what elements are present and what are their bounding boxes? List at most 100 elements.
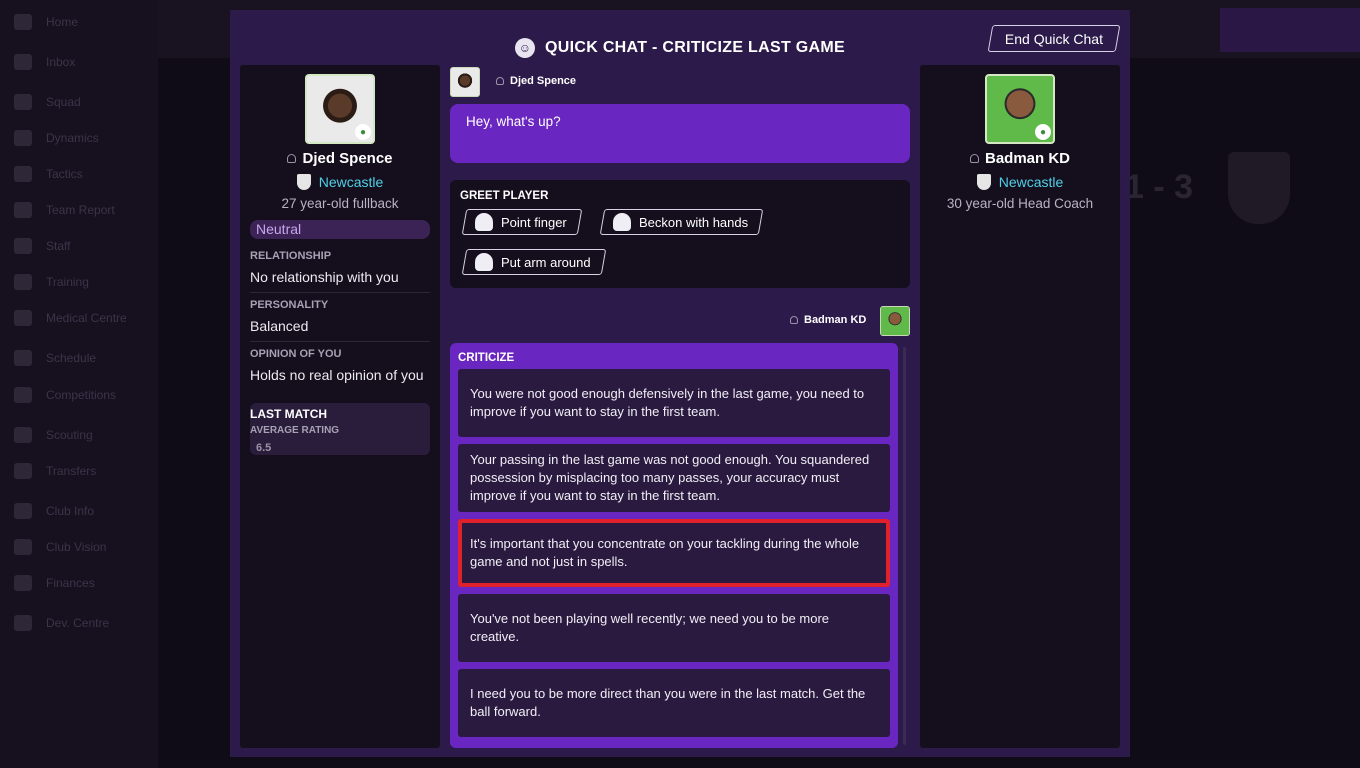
vision-icon [14, 539, 32, 555]
bg-nav-team-report: Team Report [14, 200, 144, 220]
player-description: 27 year-old fullback [281, 196, 399, 211]
bg-nav-schedule: Schedule [14, 348, 144, 368]
bg-nav-club-info: Club Info [14, 501, 144, 521]
chat-icon: ☺ [515, 38, 536, 58]
quick-chat-modal: ☺ QUICK CHAT - CRITICIZE LAST GAME End Q… [230, 10, 1130, 757]
player-name-row: Djed Spence [240, 150, 440, 167]
bg-nav-finances: Finances [14, 573, 144, 593]
manager-status-icon: ● [1035, 124, 1051, 140]
trophy-icon [14, 387, 32, 403]
greet-title: GREET PLAYER [460, 190, 549, 202]
dev-centre-icon [14, 615, 32, 631]
club-icon [14, 503, 32, 519]
arm-around-icon [475, 253, 493, 271]
mood-badge: Neutral [250, 220, 430, 239]
criticize-title: CRITICIZE [458, 352, 515, 364]
criticize-options-box: CRITICIZE You were not good enough defen… [450, 343, 898, 748]
bg-nav-medical: Medical Centre [14, 308, 144, 328]
background-continue-button [1220, 8, 1360, 52]
bg-nav-dev-centre: Dev. Centre [14, 613, 144, 633]
tactics-icon [14, 166, 32, 182]
manager-name[interactable]: Badman KD [985, 150, 1070, 167]
squad-icon [14, 94, 32, 110]
divider [250, 341, 430, 342]
person-icon [790, 316, 798, 324]
manager-club-row: Newcastle [920, 174, 1120, 190]
last-match-card: LAST MATCH AVERAGE RATING 6.5 [250, 403, 430, 455]
bg-nav-home: Home [14, 12, 144, 32]
background-score: 1 - 3 [1125, 168, 1194, 206]
manager-speaker-row: Badman KD [790, 314, 866, 326]
dynamics-icon [14, 130, 32, 146]
manager-description: 30 year-old Head Coach [946, 196, 1094, 211]
bg-nav-training: Training [14, 272, 144, 292]
end-quick-chat-button[interactable]: End Quick Chat [987, 25, 1121, 52]
bg-nav-inbox: Inbox [14, 52, 144, 72]
criticize-option[interactable]: You've not been playing well recently; w… [458, 594, 890, 662]
player-speaker-name: Djed Spence [510, 75, 577, 87]
player-avatar-small [450, 67, 480, 97]
player-status-icon: ● [355, 124, 371, 140]
person-icon [969, 154, 979, 163]
greet-beckon-button[interactable]: Beckon with hands [599, 209, 764, 235]
last-match-title: LAST MATCH [250, 407, 328, 421]
manager-speaker-name: Badman KD [804, 314, 867, 326]
bg-nav-transfers: Transfers [14, 461, 144, 481]
player-message: Hey, what's up? [466, 114, 561, 129]
personality-label: PERSONALITY [250, 299, 329, 311]
greet-arm-around-button[interactable]: Put arm around [461, 249, 606, 275]
player-portrait[interactable]: ● [305, 74, 375, 144]
bg-nav-club-vision: Club Vision [14, 537, 144, 557]
bg-nav-staff: Staff [14, 236, 144, 256]
bg-nav-competitions: Competitions [14, 385, 144, 405]
report-icon [14, 202, 32, 218]
club-crest-icon [296, 174, 311, 190]
greet-point-finger-button[interactable]: Point finger [461, 209, 583, 235]
medical-icon [14, 310, 32, 326]
criticize-scrollbar[interactable] [903, 347, 906, 745]
player-speaker-row: Djed Spence [496, 75, 576, 87]
transfers-icon [14, 463, 32, 479]
personality-value: Balanced [250, 318, 309, 334]
background-sidebar: Home Inbox Squad Dynamics Tactics Team R… [0, 0, 158, 768]
modal-title: QUICK CHAT - CRITICIZE LAST GAME [545, 39, 845, 56]
person-icon [496, 77, 504, 85]
divider [250, 292, 430, 293]
manager-panel: ● Badman KD Newcastle 30 year-old Head C… [920, 65, 1120, 748]
home-icon [14, 14, 32, 30]
manager-portrait[interactable]: ● [985, 74, 1055, 144]
player-message-bubble: Hey, what's up? [450, 104, 910, 163]
player-club-row: Newcastle [240, 174, 440, 190]
player-name[interactable]: Djed Spence [302, 150, 392, 167]
bg-nav-scouting: Scouting [14, 425, 144, 445]
manager-club-link[interactable]: Newcastle [999, 174, 1064, 190]
inbox-icon [14, 54, 32, 70]
player-club-link[interactable]: Newcastle [319, 174, 384, 190]
background-club-crest [1228, 152, 1290, 224]
bg-nav-dynamics: Dynamics [14, 128, 144, 148]
player-panel: ● Djed Spence Newcastle 27 year-old full… [240, 65, 440, 748]
training-icon [14, 274, 32, 290]
bg-nav-squad: Squad [14, 92, 144, 112]
beckon-hands-icon [613, 213, 631, 231]
criticize-option[interactable]: I need you to be more direct than you we… [458, 669, 890, 737]
scouting-icon [14, 427, 32, 443]
criticize-option-selected[interactable]: It's important that you concentrate on y… [458, 519, 890, 587]
opinion-value: Holds no real opinion of you [250, 367, 424, 383]
average-rating-value: 6.5 [256, 442, 272, 454]
criticize-option[interactable]: You were not good enough defensively in … [458, 369, 890, 437]
average-rating-label: AVERAGE RATING [250, 425, 340, 436]
staff-icon [14, 238, 32, 254]
club-crest-icon [976, 174, 991, 190]
finances-icon [14, 575, 32, 591]
criticize-option[interactable]: Your passing in the last game was not go… [458, 444, 890, 512]
bg-nav-tactics: Tactics [14, 164, 144, 184]
relationship-label: RELATIONSHIP [250, 250, 332, 262]
opinion-label: OPINION OF YOU [250, 348, 342, 360]
relationship-value: No relationship with you [250, 269, 399, 285]
schedule-icon [14, 350, 32, 366]
person-icon [287, 154, 297, 163]
greet-player-box: GREET PLAYER Point finger Beckon with ha… [450, 180, 910, 288]
manager-avatar-small [880, 306, 910, 336]
point-finger-icon [475, 213, 493, 231]
